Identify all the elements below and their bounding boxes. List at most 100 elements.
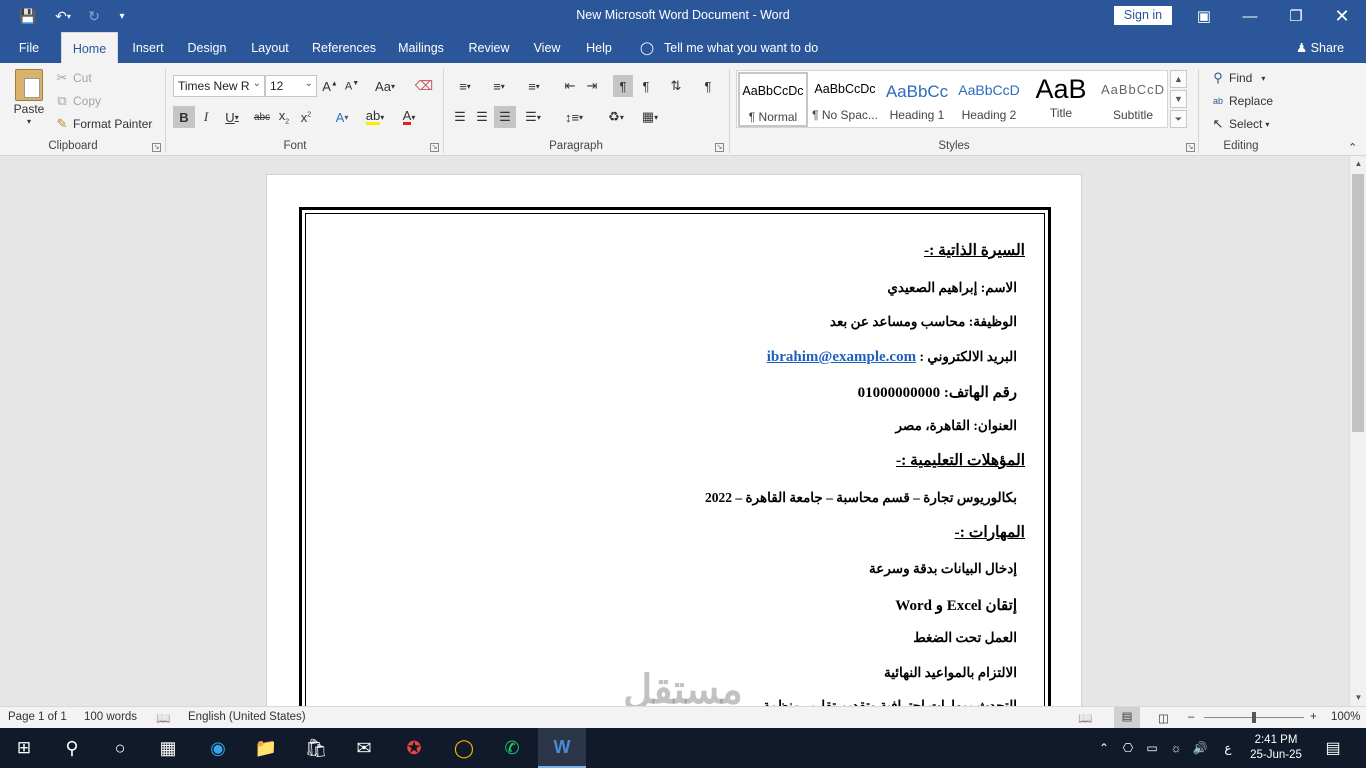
- word-taskbar-icon[interactable]: W: [538, 728, 586, 768]
- strikethrough-button[interactable]: abc: [252, 106, 272, 128]
- tab-review[interactable]: Review: [462, 32, 516, 63]
- change-case-button[interactable]: Aa ▾: [368, 75, 402, 97]
- style-subtitle[interactable]: AaBbCcD Subtitle: [1098, 72, 1168, 127]
- whatsapp-icon[interactable]: ✆: [488, 728, 536, 768]
- notifications-icon[interactable]: ▤: [1318, 728, 1348, 768]
- superscript-button[interactable]: x2: [296, 106, 316, 128]
- styles-more-icon[interactable]: ⏷: [1170, 110, 1187, 128]
- replace-button[interactable]: ab Replace: [1210, 93, 1273, 109]
- clipboard-launcher-icon[interactable]: ↘: [152, 143, 161, 152]
- vertical-scrollbar[interactable]: ▲ ▼: [1349, 156, 1366, 706]
- style-heading-1[interactable]: AaBbCc Heading 1: [882, 72, 952, 127]
- ltr-direction-button[interactable]: ¶: [613, 75, 633, 97]
- search-icon[interactable]: ⚲: [48, 728, 96, 768]
- subscript-button[interactable]: x2: [274, 106, 294, 128]
- increase-indent-button[interactable]: ⇥: [582, 75, 602, 97]
- paragraph-launcher-icon[interactable]: ↘: [715, 143, 724, 152]
- borders-button[interactable]: ▦ ▾: [634, 106, 666, 128]
- styles-scroll-up-icon[interactable]: ▲: [1170, 70, 1187, 88]
- bullets-button[interactable]: ≡ ▾: [450, 75, 480, 97]
- scroll-down-icon[interactable]: ▼: [1350, 690, 1366, 706]
- styles-launcher-icon[interactable]: ↘: [1186, 143, 1195, 152]
- print-layout-icon[interactable]: ▤: [1114, 707, 1140, 728]
- grow-font-button[interactable]: A▲: [320, 75, 340, 97]
- email-link[interactable]: ibrahim@example.com: [767, 349, 916, 365]
- font-color-button[interactable]: A ▾: [394, 106, 424, 128]
- wifi-icon[interactable]: ☼: [1166, 728, 1186, 768]
- app-icon[interactable]: ✪: [390, 728, 438, 768]
- document-page[interactable]: السيرة الذاتية :- الاسم: إبراهيم الصعيدي…: [266, 174, 1082, 706]
- tell-me-search[interactable]: ◯ Tell me what you want to do: [636, 32, 836, 63]
- network-icon[interactable]: ⎔: [1118, 728, 1138, 768]
- zoom-in-icon[interactable]: +: [1310, 711, 1317, 723]
- input-language[interactable]: ع: [1216, 728, 1240, 768]
- proofing-icon[interactable]: 📖: [156, 711, 170, 725]
- numbering-button[interactable]: ≡ ▾: [484, 75, 514, 97]
- justify-button[interactable]: ☰ ▾: [518, 106, 548, 128]
- show-hidden-icons-icon[interactable]: ⌃: [1094, 728, 1114, 768]
- line-spacing-button[interactable]: ↕≡ ▾: [558, 106, 590, 128]
- decrease-indent-button[interactable]: ⇤: [560, 75, 580, 97]
- language-indicator[interactable]: English (United States): [188, 711, 306, 723]
- underline-button[interactable]: U ▾: [218, 106, 246, 128]
- web-layout-icon[interactable]: ◫: [1158, 711, 1169, 725]
- mail-icon[interactable]: ✉: [340, 728, 388, 768]
- copy-button[interactable]: ⧉ Copy: [54, 93, 101, 109]
- tab-help[interactable]: Help: [578, 32, 620, 63]
- align-center-button[interactable]: ☰: [472, 106, 492, 128]
- edge-icon[interactable]: ◉: [194, 728, 242, 768]
- customize-quick-access-icon[interactable]: ▾: [112, 6, 132, 26]
- collapse-ribbon-icon[interactable]: ⌃: [1348, 141, 1357, 154]
- minimize-button[interactable]: —: [1227, 0, 1273, 32]
- shading-button[interactable]: ♻ ▾: [600, 106, 632, 128]
- align-right-button[interactable]: ☰: [494, 106, 516, 128]
- page-count[interactable]: Page 1 of 1: [8, 711, 67, 723]
- paste-button[interactable]: Paste ▾: [12, 69, 46, 126]
- scroll-up-icon[interactable]: ▲: [1350, 156, 1366, 172]
- italic-button[interactable]: I: [196, 106, 216, 128]
- task-view-icon[interactable]: ▦: [144, 728, 192, 768]
- tab-home[interactable]: Home: [61, 32, 118, 63]
- shrink-font-button[interactable]: A▼: [342, 75, 362, 97]
- restore-button[interactable]: ❐: [1273, 0, 1319, 32]
- file-explorer-icon[interactable]: 📁: [242, 728, 290, 768]
- cortana-icon[interactable]: ○: [96, 728, 144, 768]
- font-name-select[interactable]: Times New R ⌄: [173, 75, 265, 97]
- find-button[interactable]: ⚲ Find ▾: [1210, 70, 1265, 86]
- font-size-select[interactable]: 12 ⌄: [265, 75, 317, 97]
- style-no-spacing[interactable]: AaBbCcDc ¶ No Spac...: [810, 72, 880, 127]
- tab-design[interactable]: Design: [182, 32, 232, 63]
- read-mode-icon[interactable]: 📖: [1078, 711, 1092, 725]
- clear-formatting-button[interactable]: ⌫: [412, 75, 436, 97]
- ribbon-display-options-icon[interactable]: ▣: [1181, 0, 1227, 32]
- store-icon[interactable]: 🛍: [292, 728, 340, 768]
- zoom-level[interactable]: 100%: [1331, 711, 1360, 723]
- show-formatting-button[interactable]: ¶: [698, 75, 718, 97]
- zoom-out-icon[interactable]: –: [1188, 711, 1194, 723]
- undo-icon[interactable]: ↶ ▾: [50, 6, 76, 26]
- highlight-color-button[interactable]: ab ▾: [360, 106, 390, 128]
- tab-view[interactable]: View: [528, 32, 566, 63]
- sign-in-button[interactable]: Sign in: [1114, 6, 1172, 25]
- chrome-icon[interactable]: ◯: [440, 728, 488, 768]
- share-button[interactable]: ♟ Share: [1288, 32, 1352, 63]
- clock[interactable]: 2:41 PM 25-Jun-25: [1244, 728, 1308, 768]
- font-launcher-icon[interactable]: ↘: [430, 143, 439, 152]
- close-button[interactable]: ✕: [1319, 0, 1365, 32]
- text-effects-button[interactable]: A ▾: [328, 106, 356, 128]
- style-normal[interactable]: AaBbCcDc ¶ Normal: [738, 72, 808, 127]
- tab-layout[interactable]: Layout: [245, 32, 295, 63]
- word-count[interactable]: 100 words: [84, 711, 137, 723]
- sort-button[interactable]: ⇅: [666, 75, 686, 97]
- zoom-slider-thumb[interactable]: [1252, 712, 1256, 723]
- style-title[interactable]: AaB Title: [1026, 72, 1096, 127]
- multilevel-list-button[interactable]: ≡ ▾: [518, 75, 550, 97]
- cut-button[interactable]: ✂ Cut: [54, 70, 92, 86]
- rtl-direction-button[interactable]: ¶: [636, 75, 656, 97]
- styles-scroll-down-icon[interactable]: ▼: [1170, 90, 1187, 108]
- tab-insert[interactable]: Insert: [126, 32, 170, 63]
- tab-mailings[interactable]: Mailings: [392, 32, 450, 63]
- save-icon[interactable]: 💾: [18, 6, 38, 26]
- tab-references[interactable]: References: [308, 32, 380, 63]
- bold-button[interactable]: B: [173, 106, 195, 128]
